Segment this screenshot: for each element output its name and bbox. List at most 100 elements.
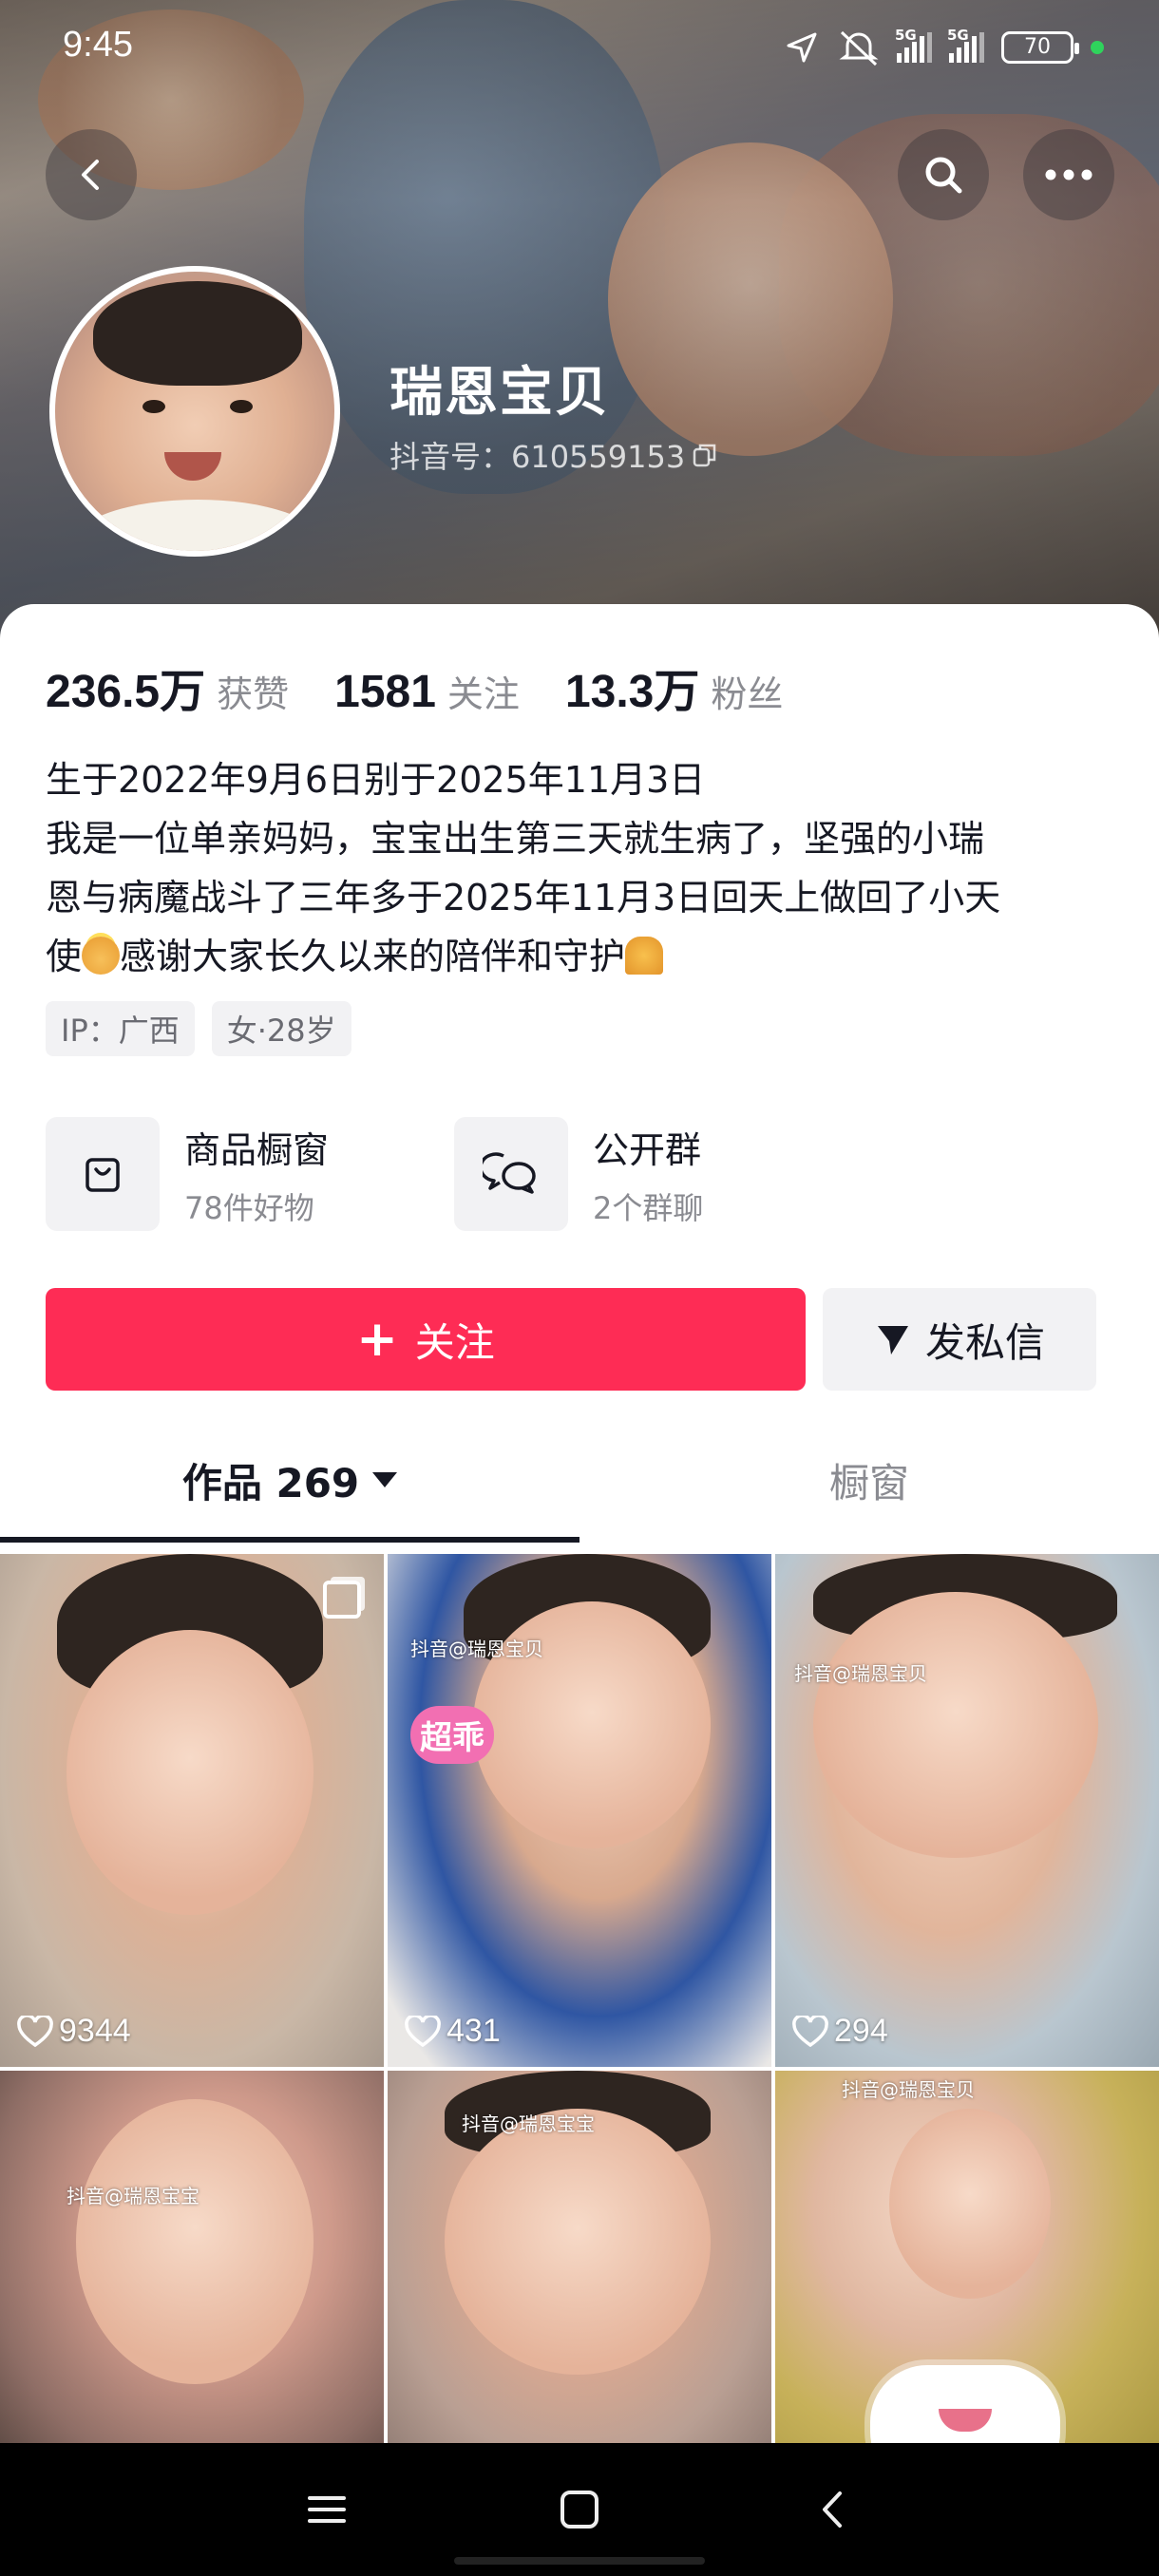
content-tabs: 作品 269 橱窗 bbox=[0, 1415, 1159, 1544]
send-icon bbox=[877, 1326, 908, 1354]
stat-likes[interactable]: 236.5万 获赞 bbox=[46, 653, 289, 720]
angel-emoji-icon bbox=[82, 937, 121, 975]
video-thumbnail[interactable]: 9344 bbox=[0, 1554, 384, 2067]
stat-followers[interactable]: 13.3万 粉丝 bbox=[565, 653, 783, 720]
caret-down-icon[interactable] bbox=[372, 1472, 398, 1487]
stat-likes-label: 获赞 bbox=[217, 673, 290, 715]
stats-row: 236.5万 获赞 1581 关注 13.3万 粉丝 bbox=[46, 653, 828, 720]
system-nav-bar bbox=[0, 2443, 1159, 2576]
search-icon bbox=[925, 157, 962, 194]
message-button[interactable]: 发私信 bbox=[823, 1288, 1096, 1391]
chat-bubbles-icon bbox=[483, 1152, 536, 1194]
copy-icon[interactable] bbox=[691, 441, 719, 469]
stat-following-value: 1581 bbox=[334, 667, 436, 717]
group-icon-box bbox=[454, 1117, 568, 1231]
bio-line-1: 生于2022年9月6日别于2025年11月3日 bbox=[46, 759, 706, 801]
video-likes-count: 294 bbox=[834, 2013, 888, 2049]
nickname: 瑞恩宝贝 bbox=[390, 362, 610, 424]
status-bar: 9:45 5G 5G 70 bbox=[0, 0, 1159, 95]
video-thumbnail[interactable]: 抖音@瑞恩宝贝 bbox=[775, 2071, 1159, 2470]
video-likes-count: 431 bbox=[446, 2013, 501, 2049]
signal-icon-2: 5G bbox=[947, 27, 984, 63]
chevron-left-icon bbox=[82, 160, 99, 190]
video-thumbnail[interactable]: 抖音@瑞恩宝宝 bbox=[388, 2071, 771, 2470]
profile-card: 236.5万 获赞 1581 关注 13.3万 粉丝 生于2022年9月6日别于… bbox=[0, 604, 1159, 2576]
tab-works-label: 作品 269 bbox=[181, 1459, 360, 1506]
follow-button[interactable]: + 关注 bbox=[46, 1288, 806, 1391]
pray-emoji-icon bbox=[625, 937, 664, 975]
status-time: 9:45 bbox=[63, 25, 133, 65]
follow-label: 关注 bbox=[414, 1318, 495, 1366]
douyin-id-text: 抖音号：610559153 bbox=[390, 439, 686, 475]
multi-image-icon bbox=[323, 1581, 361, 1619]
video-sticker: 超乖 bbox=[410, 1706, 494, 1764]
heart-icon bbox=[792, 2015, 828, 2047]
video-likes-count: 9344 bbox=[59, 2013, 131, 2049]
more-dots-icon bbox=[1045, 169, 1092, 180]
shop-window-entry[interactable]: 商品橱窗 78件好物 bbox=[46, 1117, 426, 1231]
stat-following[interactable]: 1581 关注 bbox=[334, 665, 520, 718]
home-button[interactable] bbox=[542, 2472, 618, 2548]
avatar[interactable] bbox=[49, 266, 340, 557]
plus-icon: + bbox=[356, 1311, 398, 1368]
network-type-2: 5G bbox=[947, 27, 969, 44]
gesture-pill bbox=[454, 2557, 705, 2565]
group-sub: 2个群聊 bbox=[593, 1189, 704, 1226]
menu-icon bbox=[308, 2496, 346, 2523]
group-title: 公开群 bbox=[593, 1128, 702, 1171]
mute-alarm-icon bbox=[839, 30, 879, 66]
system-back-button[interactable] bbox=[794, 2472, 870, 2548]
video-thumbnail[interactable]: 抖音@瑞恩宝宝 bbox=[0, 2071, 384, 2470]
heart-icon bbox=[17, 2015, 53, 2047]
video-thumbnail[interactable]: 抖音@瑞恩宝贝 超乖 431 bbox=[388, 1554, 771, 2067]
video-watermark: 抖音@瑞恩宝贝 bbox=[410, 1638, 543, 1660]
video-likes: 431 bbox=[405, 2013, 501, 2050]
tab-indicator bbox=[0, 1537, 580, 1543]
features-row: 商品橱窗 78件好物 公开群 2个群聊 bbox=[46, 1117, 834, 1231]
video-likes: 294 bbox=[792, 2013, 888, 2050]
video-grid: 9344 抖音@瑞恩宝贝 超乖 431 抖音@瑞恩宝贝 294 抖音@瑞恩宝宝 … bbox=[0, 1554, 1159, 2470]
back-button[interactable] bbox=[46, 129, 137, 220]
stat-followers-value: 13.3万 bbox=[564, 667, 700, 717]
shop-icon-box bbox=[46, 1117, 160, 1231]
shop-title: 商品橱窗 bbox=[184, 1128, 330, 1171]
video-thumbnail[interactable]: 抖音@瑞恩宝贝 294 bbox=[775, 1554, 1159, 2067]
tags-row: IP：广西 女·28岁 bbox=[46, 1001, 352, 1056]
video-watermark: 抖音@瑞恩宝贝 bbox=[842, 2078, 975, 2101]
shopping-bag-icon bbox=[86, 1158, 120, 1192]
shop-sub: 78件好物 bbox=[184, 1189, 314, 1226]
video-watermark: 抖音@瑞恩宝贝 bbox=[794, 1662, 927, 1685]
group-text: 公开群 2个群聊 bbox=[593, 1121, 703, 1228]
shop-text: 商品橱窗 78件好物 bbox=[184, 1121, 329, 1228]
back-arrow-icon bbox=[823, 2491, 842, 2528]
bio: 生于2022年9月6日别于2025年11月3日 我是一位单亲妈妈，宝宝出生第三天… bbox=[46, 750, 1119, 986]
search-button[interactable] bbox=[898, 129, 989, 220]
privacy-dot bbox=[1091, 41, 1104, 54]
video-watermark: 抖音@瑞恩宝宝 bbox=[66, 2185, 200, 2207]
location-icon bbox=[787, 32, 817, 63]
more-button[interactable] bbox=[1023, 129, 1114, 220]
battery-icon: 70 bbox=[1001, 31, 1079, 64]
network-type-1: 5G bbox=[895, 27, 917, 44]
douyin-id[interactable]: 抖音号：610559153 bbox=[390, 433, 719, 477]
message-label: 发私信 bbox=[924, 1318, 1045, 1366]
gender-age-tag: 女·28岁 bbox=[211, 1001, 352, 1056]
bio-line-4a: 使 bbox=[46, 936, 83, 977]
heart-icon bbox=[405, 2015, 441, 2047]
bio-line-4b: 感谢大家长久以来的陪伴和守护 bbox=[120, 936, 626, 977]
bio-line-3: 恩与病魔战斗了三年多于2025年11月3日回天上做回了小天 bbox=[46, 877, 1001, 919]
ip-tag: IP：广西 bbox=[46, 1001, 195, 1056]
bio-line-2: 我是一位单亲妈妈，宝宝出生第三天就生病了，坚强的小瑞 bbox=[46, 818, 985, 860]
stat-following-label: 关注 bbox=[446, 673, 520, 715]
tab-shop-window[interactable]: 橱窗 bbox=[580, 1415, 1159, 1544]
signal-icon-1: 5G bbox=[895, 27, 932, 63]
recent-apps-button[interactable] bbox=[289, 2472, 365, 2548]
bio-line-4: 使感谢大家长久以来的陪伴和守护 bbox=[46, 927, 1119, 986]
stat-followers-label: 粉丝 bbox=[711, 673, 784, 715]
stat-likes-value: 236.5万 bbox=[46, 667, 206, 717]
tab-works[interactable]: 作品 269 bbox=[0, 1415, 580, 1544]
home-square-icon bbox=[560, 2491, 598, 2529]
public-group-entry[interactable]: 公开群 2个群聊 bbox=[454, 1117, 834, 1231]
video-watermark: 抖音@瑞恩宝宝 bbox=[462, 2112, 595, 2135]
status-icons: 5G 5G 70 bbox=[783, 27, 1104, 66]
